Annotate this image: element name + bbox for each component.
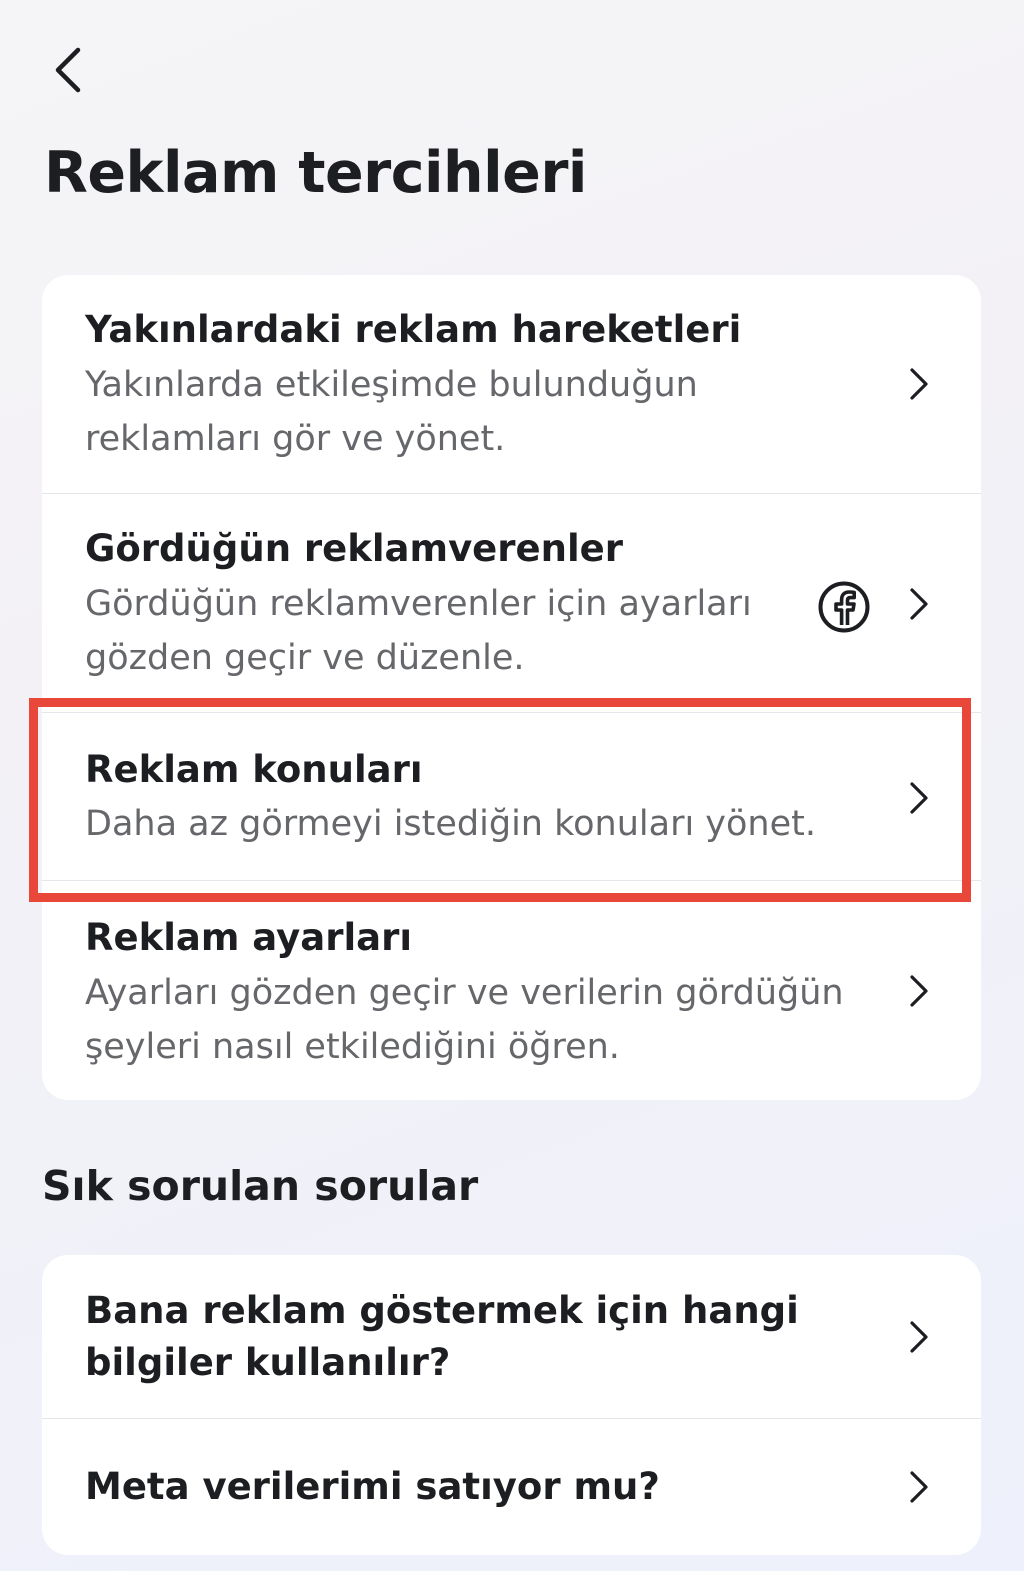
back-button[interactable] [36,38,100,102]
faq-item-data-used[interactable]: Bana reklam göstermek için hangi bilgile… [42,1255,981,1418]
row-title: Reklam konuları [85,748,423,791]
preferences-card: Yakınlardaki reklam hareketleri Yakınlar… [42,275,981,1100]
chevron-right-icon [910,588,928,620]
row-description: Yakınlarda etkileşimde bulunduğun reklam… [85,365,698,459]
row-title: Yakınlardaki reklam hareketleri [85,308,742,351]
chevron-right-icon [910,1471,928,1503]
faq-heading: Sık sorulan sorular [42,1162,479,1210]
row-description: Gördüğün reklamverenler için ayarları gö… [85,584,752,678]
ad-settings-item[interactable]: Reklam ayarları Ayarları gözden geçir ve… [42,880,981,1100]
facebook-icon [818,581,870,633]
back-chevron-icon [55,47,81,93]
row-title: Reklam ayarları [85,916,413,959]
chevron-right-icon [910,1321,928,1353]
faq-question: Meta verilerimi satıyor mu? [85,1465,660,1508]
row-description: Ayarları gözden geçir ve verilerin gördü… [85,973,844,1067]
faq-question: Bana reklam göstermek için hangi bilgile… [85,1289,799,1384]
ad-topics-item[interactable]: Reklam konuları Daha az görmeyi istediği… [42,712,981,880]
nearby-ad-activity-item[interactable]: Yakınlardaki reklam hareketleri Yakınlar… [42,275,981,493]
chevron-right-icon [910,975,928,1007]
chevron-right-icon [910,368,928,400]
advertisers-you-see-item[interactable]: Gördüğün reklamverenler Gördüğün reklamv… [42,493,981,712]
row-description: Daha az görmeyi istediğin konuları yönet… [85,804,817,844]
chevron-right-icon [910,782,928,814]
page-title: Reklam tercihleri [44,140,587,206]
faq-card: Bana reklam göstermek için hangi bilgile… [42,1255,981,1555]
row-title: Gördüğün reklamverenler [85,527,623,570]
faq-item-sell-data[interactable]: Meta verilerimi satıyor mu? [42,1418,981,1555]
